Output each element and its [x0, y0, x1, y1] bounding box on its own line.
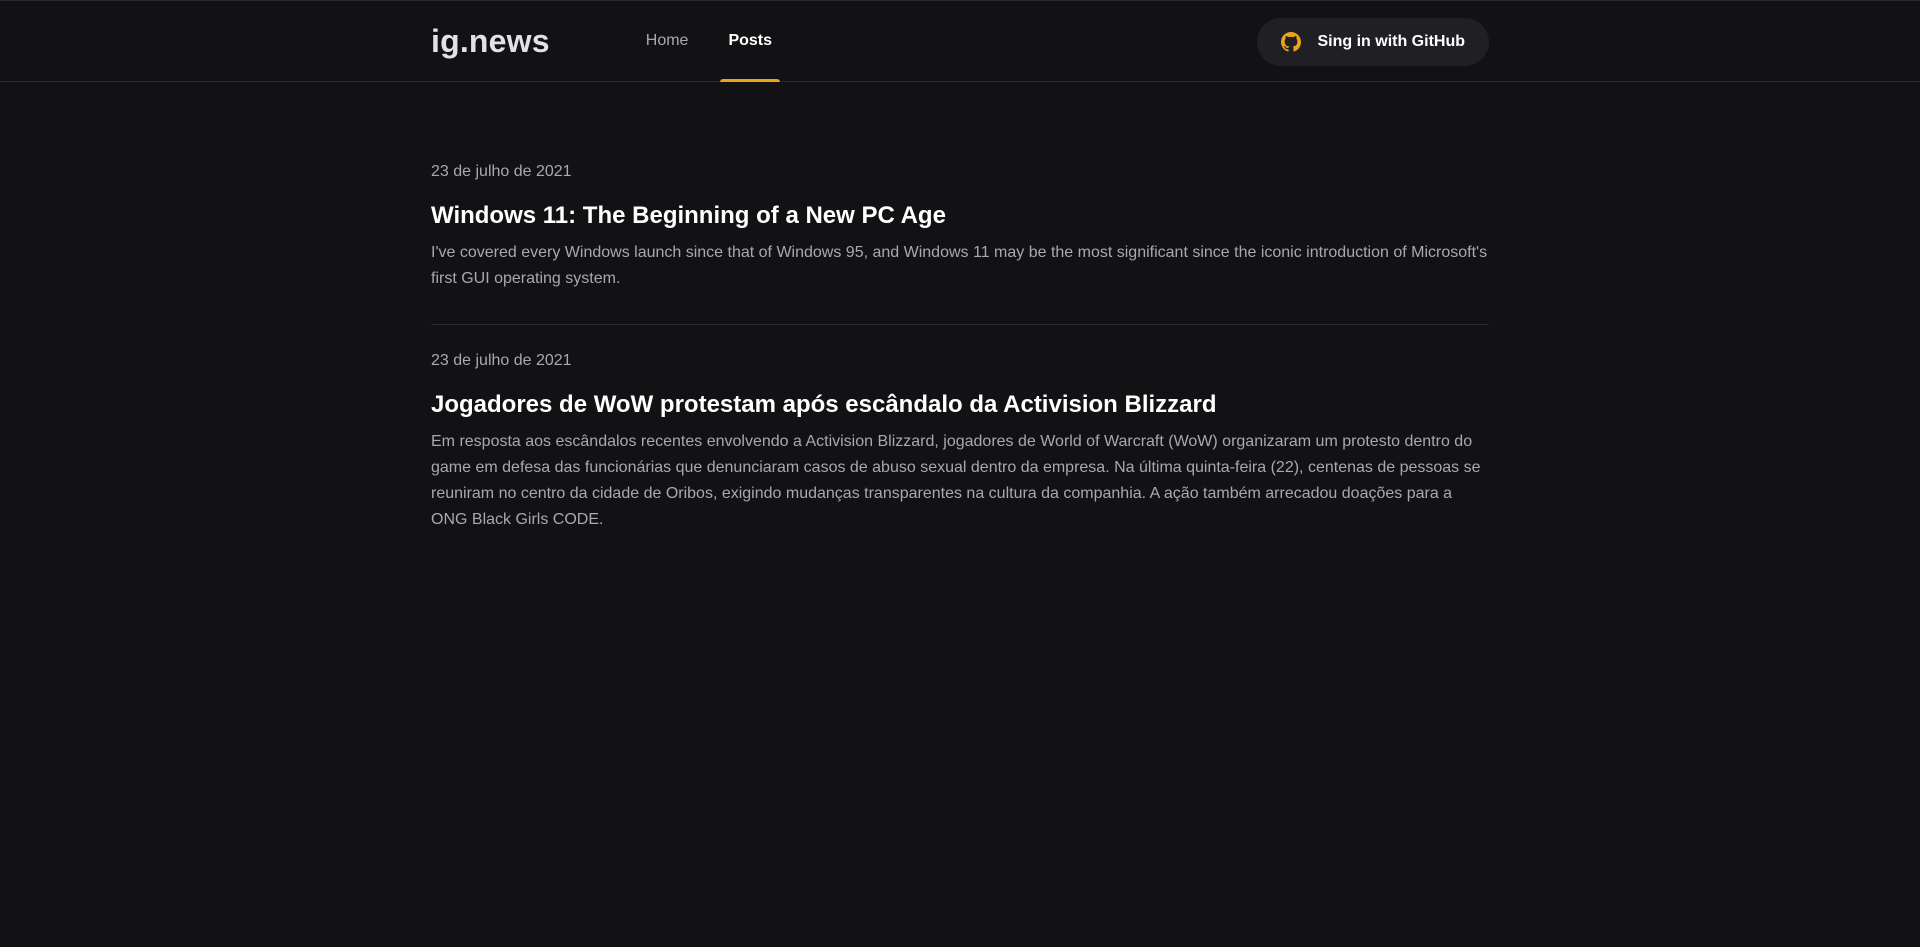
post-item[interactable]: 23 de julho de 2021 Jogadores de WoW pro…: [431, 349, 1489, 565]
signin-label: Sing in with GitHub: [1317, 33, 1465, 50]
site-logo[interactable]: ig.news: [431, 23, 550, 60]
post-title[interactable]: Jogadores de WoW protestam após escândal…: [431, 389, 1489, 421]
post-date: 23 de julho de 2021: [431, 163, 572, 180]
nav-link-home[interactable]: Home: [638, 1, 697, 81]
post-excerpt: Em resposta aos escândalos recentes envo…: [431, 433, 1481, 528]
main-nav: Home Posts: [638, 1, 804, 82]
posts-list: 23 de julho de 2021 Windows 11: The Begi…: [431, 82, 1489, 565]
post-title[interactable]: Windows 11: The Beginning of a New PC Ag…: [431, 200, 1489, 232]
github-icon: [1281, 32, 1302, 52]
post-excerpt: I've covered every Windows launch since …: [431, 244, 1488, 287]
top-header: ig.news Home Posts Sing in with GitHub: [0, 0, 1920, 82]
nav-link-posts[interactable]: Posts: [720, 1, 780, 82]
signin-github-button[interactable]: Sing in with GitHub: [1257, 18, 1489, 66]
header-content: ig.news Home Posts Sing in with GitHub: [431, 1, 1489, 82]
post-date: 23 de julho de 2021: [431, 352, 572, 369]
post-item[interactable]: 23 de julho de 2021 Windows 11: The Begi…: [431, 160, 1489, 325]
